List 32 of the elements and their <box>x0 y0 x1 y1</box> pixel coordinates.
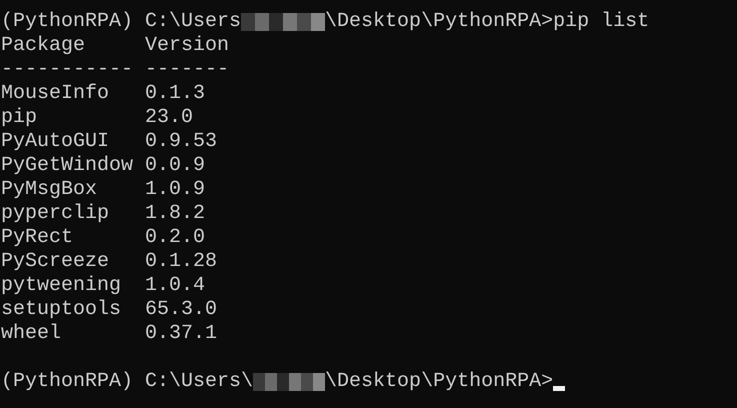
table-cell-text: PyRect <box>1 226 74 250</box>
table-cell-text: 1.0.9 <box>145 178 206 202</box>
table-cell-text: 1.0.4 <box>145 274 206 298</box>
command-text: pip list <box>553 10 650 34</box>
table-cell-text: PyScreeze <box>1 250 110 274</box>
header-rule: ------- <box>145 58 230 82</box>
table-cell-text: 1.8.2 <box>145 202 206 226</box>
table-cell-text: pytweening <box>1 274 122 298</box>
table-cell-text: wheel <box>1 322 62 346</box>
prompt-path: (PythonRPA) C:\Users\ <box>1 370 254 394</box>
column-header: Package <box>1 34 86 58</box>
table-cell-text: MouseInfo <box>1 82 110 106</box>
table-cell-text: 0.37.1 <box>145 322 218 346</box>
prompt-path: \Desktop\PythonRPA> <box>325 10 554 34</box>
table-cell-text: pyperclip <box>1 202 110 226</box>
table-cell-text: PyMsgBox <box>1 178 98 202</box>
table-cell-text: 0.1.28 <box>145 250 218 274</box>
table-cell-text: 0.1.3 <box>145 82 206 106</box>
table-cell-text: 0.2.0 <box>145 226 206 250</box>
text-cursor <box>553 386 566 391</box>
table-cell-text: 65.3.0 <box>145 298 218 322</box>
table-cell-text: setuptools <box>1 298 122 322</box>
table-cell-text: pip <box>1 106 38 130</box>
prompt-path: (PythonRPA) C:\Users <box>1 10 242 34</box>
header-rule: ----------- <box>1 58 134 82</box>
table-cell-text: 0.0.9 <box>145 154 206 178</box>
column-header: Version <box>145 34 230 58</box>
table-cell-text: 23.0 <box>145 106 194 130</box>
table-cell-text: PyAutoGUI <box>1 130 110 154</box>
table-cell-text: PyGetWindow <box>1 154 134 178</box>
table-cell-text: 0.9.53 <box>145 130 218 154</box>
prompt-path: \Desktop\PythonRPA> <box>325 370 554 394</box>
